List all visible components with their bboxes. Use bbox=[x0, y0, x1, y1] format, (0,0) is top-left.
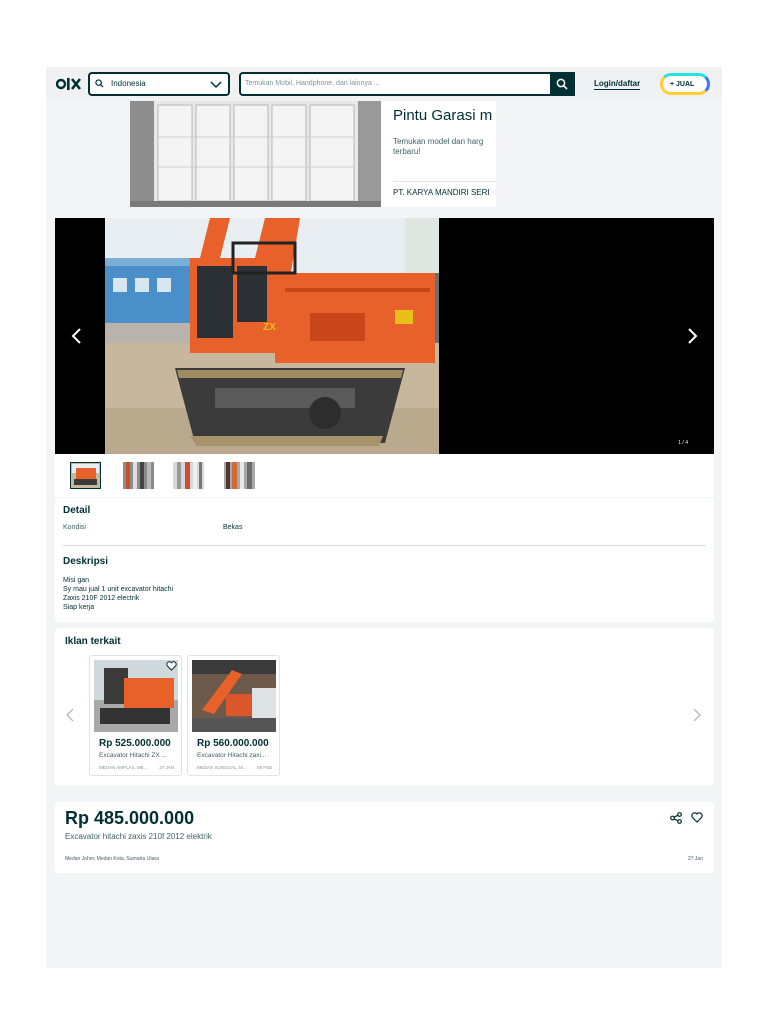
condition-label: Kondisi bbox=[63, 524, 86, 531]
sell-button[interactable]: + JUAL bbox=[660, 73, 710, 95]
related-heading: Iklan terkait bbox=[65, 636, 121, 647]
related-item-date: 27 JAN bbox=[159, 765, 174, 770]
thumbnail-4[interactable] bbox=[224, 462, 255, 489]
ad-image bbox=[130, 101, 381, 207]
search-icon bbox=[556, 78, 568, 90]
login-link[interactable]: Login/daftar bbox=[594, 79, 641, 90]
listing-price-card: Rp 485.000.000 Excavator hitachi zaxis 2… bbox=[55, 802, 714, 873]
listing-price: Rp 485.000.000 bbox=[65, 808, 195, 828]
thumbnail-3[interactable] bbox=[173, 462, 204, 489]
related-item[interactable]: Rp 525.000.000 Excavator Hitachi ZX ... … bbox=[89, 655, 182, 776]
description-heading: Deskripsi bbox=[63, 556, 109, 567]
ad-banner[interactable]: Pintu Garasi m Temukan model dan harg te… bbox=[130, 101, 496, 207]
ad-divider bbox=[393, 181, 496, 182]
related-item-name: Excavator Hitachi zaxi... bbox=[197, 752, 267, 759]
related-item[interactable]: Rp 560.000.000 Excavator Hitachi zaxi...… bbox=[187, 655, 280, 776]
ad-company: PT. KARYA MANDIRI SERI bbox=[393, 188, 490, 197]
detail-heading: Detail bbox=[63, 505, 91, 516]
favorite-heart-icon[interactable] bbox=[166, 661, 177, 671]
ad-description: Temukan model dan harg terbaru! bbox=[393, 137, 484, 156]
search-input[interactable]: Temukan Mobil, Handphone, dan lainnya ..… bbox=[239, 72, 575, 96]
location-value: Indonesia bbox=[111, 79, 146, 88]
ad-title: Pintu Garasi m bbox=[393, 107, 493, 124]
related-item-date: 09 FEB bbox=[256, 765, 272, 770]
related-item-location: MEDAN SUNGGAL, M... bbox=[197, 765, 247, 770]
gallery-next-arrow-icon[interactable] bbox=[682, 326, 702, 346]
description-text: Misi gan Sy mau jual 1 unit excavator hi… bbox=[63, 577, 174, 611]
detail-card: Detail Kondisi Bekas Deskripsi Misi gan … bbox=[55, 498, 714, 622]
condition-value: Bekas bbox=[223, 524, 243, 531]
search-placeholder: Temukan Mobil, Handphone, dan lainnya ..… bbox=[245, 80, 380, 87]
app-frame: Indonesia Temukan Mobil, Handphone, dan … bbox=[46, 67, 722, 968]
related-item-location: MEDAN AMPLAS, ME... bbox=[99, 765, 148, 770]
listing-location: Medan Johor, Medan Kota, Sumatra Utara bbox=[65, 856, 159, 862]
thumbnail-strip bbox=[55, 454, 714, 497]
thumbnail-2[interactable] bbox=[123, 462, 154, 489]
gallery-counter: 1 / 4 bbox=[678, 440, 688, 446]
olx-logo-icon[interactable] bbox=[56, 77, 82, 91]
search-button[interactable] bbox=[550, 72, 575, 96]
thumbnail-1[interactable] bbox=[70, 462, 101, 489]
search-icon bbox=[95, 79, 104, 88]
top-header: Indonesia Temukan Mobil, Handphone, dan … bbox=[46, 67, 722, 101]
listing-title: Excavator hitachi zaxis 210f 2012 elektr… bbox=[65, 832, 212, 841]
related-item-name: Excavator Hitachi ZX ... bbox=[99, 752, 167, 759]
related-prev-arrow-icon[interactable] bbox=[65, 708, 75, 722]
gallery-prev-arrow-icon[interactable] bbox=[67, 326, 87, 346]
related-ads-card: Iklan terkait Rp 525.000.000 Excavator H… bbox=[55, 628, 714, 786]
favorite-heart-icon[interactable] bbox=[691, 812, 703, 823]
svg-text:ZX: ZX bbox=[263, 322, 276, 333]
chevron-down-icon bbox=[210, 81, 222, 89]
related-next-arrow-icon[interactable] bbox=[692, 708, 702, 722]
detail-divider bbox=[63, 545, 706, 546]
related-item-price: Rp 525.000.000 bbox=[99, 738, 171, 749]
related-item-price: Rp 560.000.000 bbox=[197, 738, 269, 749]
share-icon[interactable] bbox=[670, 812, 682, 824]
related-item-image bbox=[192, 660, 276, 732]
location-select[interactable]: Indonesia bbox=[88, 72, 230, 96]
sell-button-label: + JUAL bbox=[670, 81, 695, 88]
image-gallery[interactable]: ZX 1 / 4 bbox=[55, 218, 714, 454]
listing-date: 27 Jan bbox=[687, 856, 703, 862]
main-photo-excavator[interactable]: ZX bbox=[105, 218, 439, 454]
